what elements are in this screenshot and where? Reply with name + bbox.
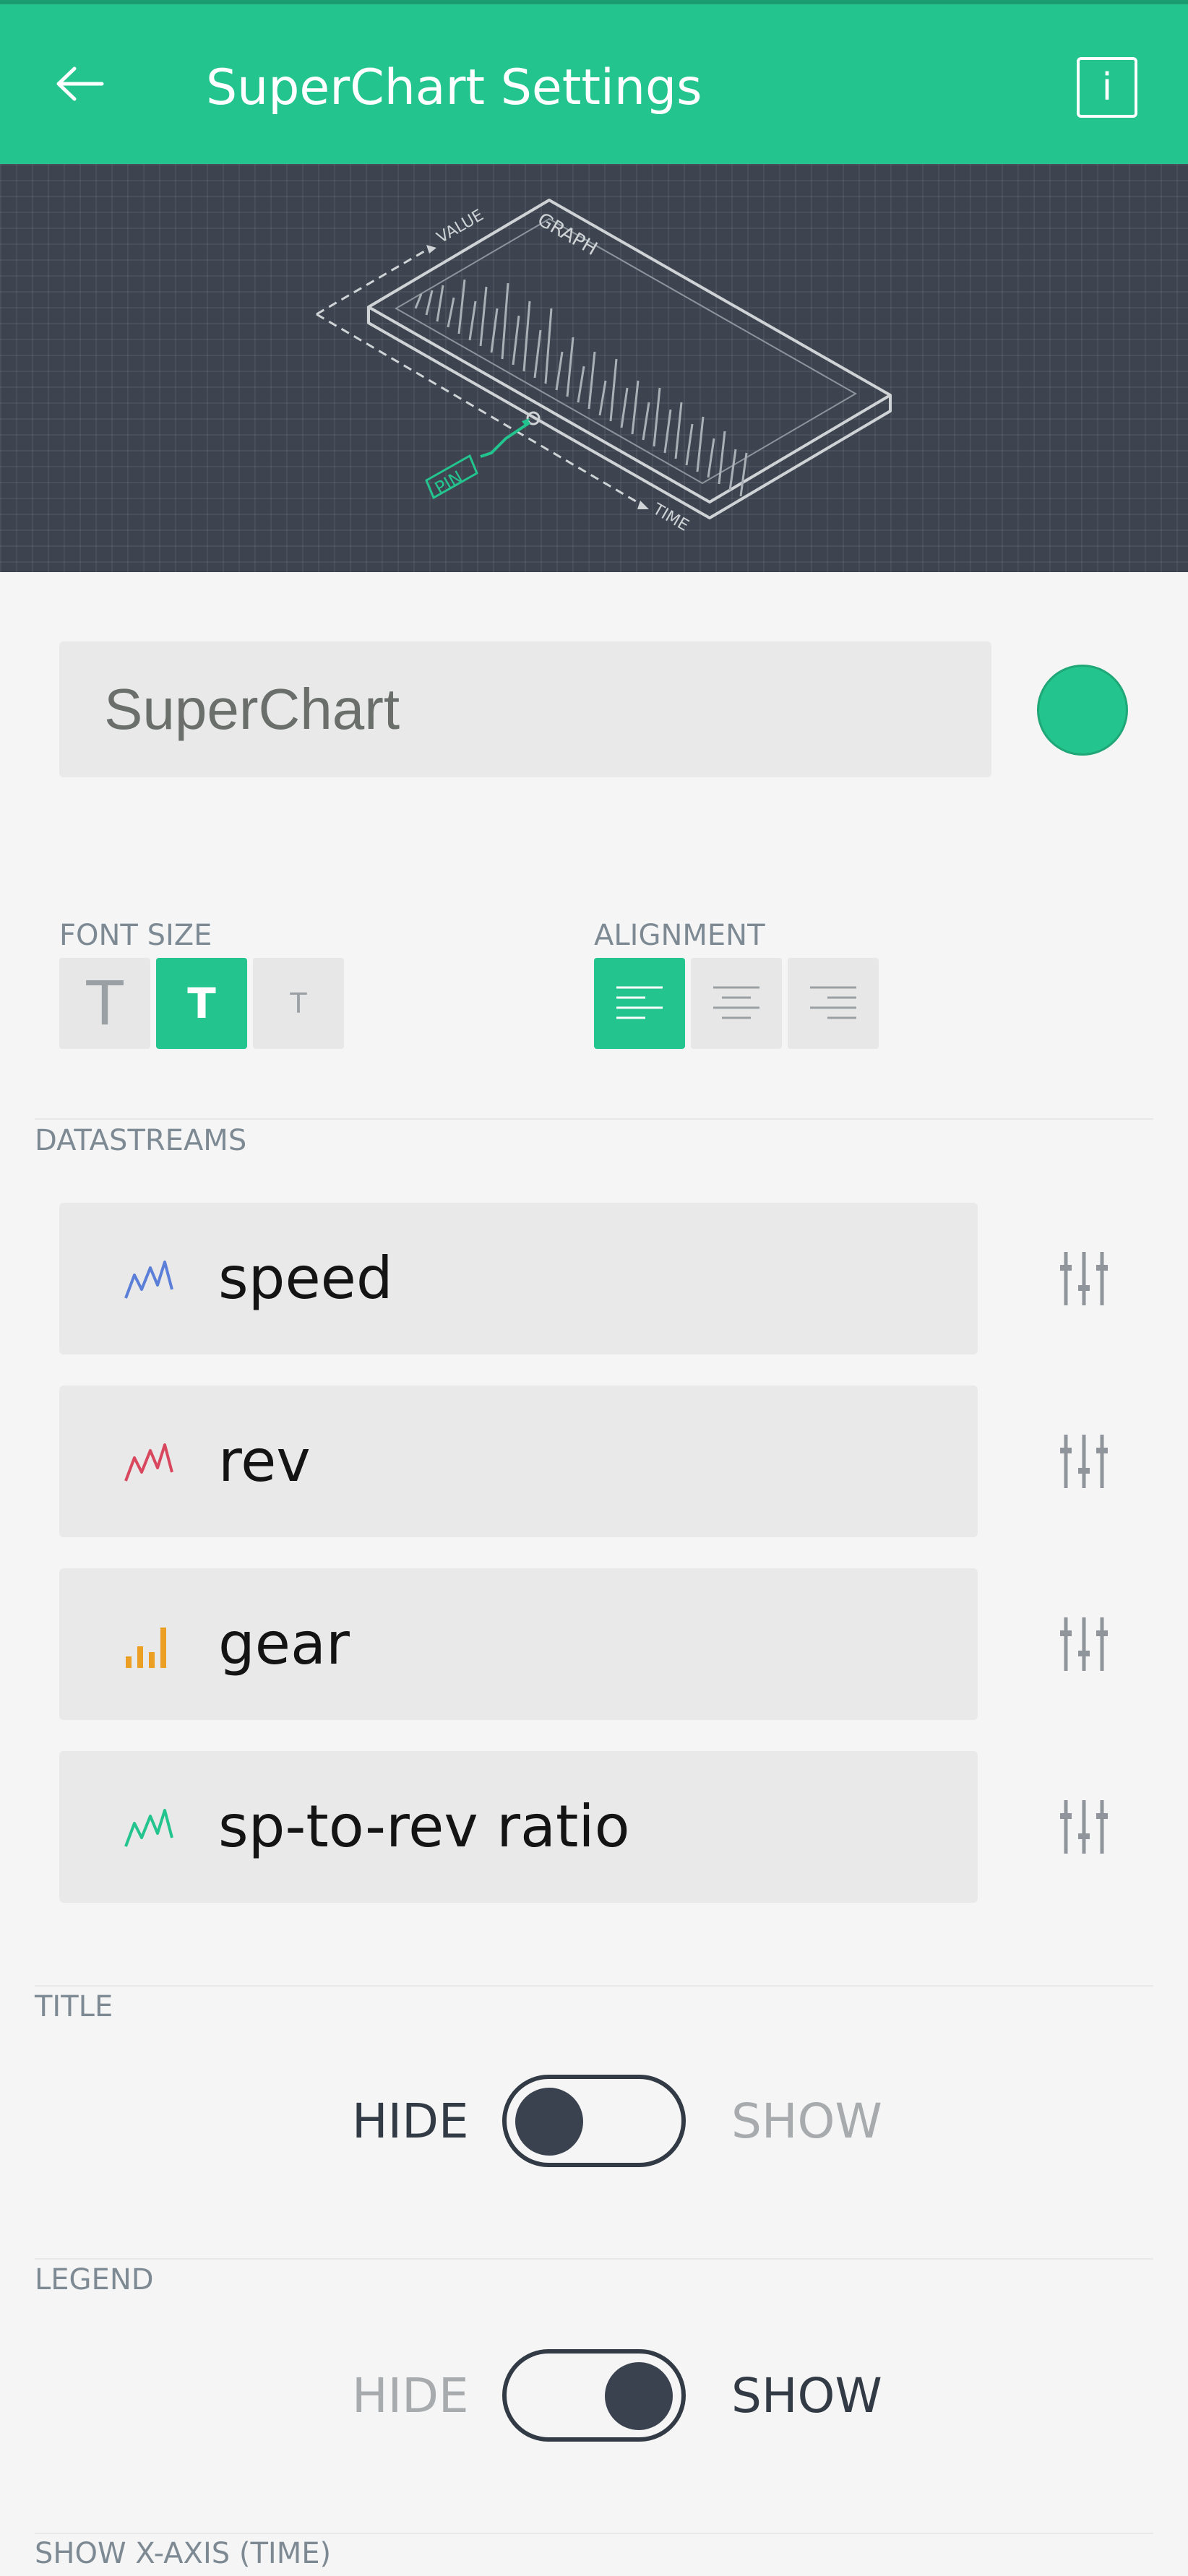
divider (35, 2258, 1153, 2260)
align-center-button[interactable] (691, 958, 782, 1049)
line-chart-icon (124, 1261, 173, 1299)
back-button[interactable] (43, 48, 116, 120)
arrow-left-icon (56, 66, 104, 101)
datastream-settings-button-gear[interactable] (1051, 1612, 1116, 1677)
bar-chart-icon (126, 1628, 166, 1668)
datastream-row-gear[interactable]: gear (59, 1568, 978, 1720)
align-center-icon (713, 986, 759, 1019)
datastream-name: gear (218, 1610, 350, 1677)
font-size-large-button[interactable]: T (59, 958, 150, 1049)
divider (35, 2533, 1153, 2534)
graph-illustration-icon: PIN VALUE GRAPH TIME (316, 199, 892, 535)
datastream-settings-button-sp-to-rev-ratio[interactable] (1051, 1794, 1116, 1859)
font-size-medium-button[interactable]: T (156, 958, 247, 1049)
datastream-row-speed[interactable]: speed (59, 1203, 978, 1354)
app-bar: SuperChart Settings i (0, 0, 1188, 164)
title-section-label: TITLE (35, 1990, 113, 2023)
datastream-row-rev[interactable]: rev (59, 1386, 978, 1537)
toggle-knob (605, 2362, 673, 2430)
xaxis-section-label: SHOW X-AXIS (TIME) (35, 2537, 332, 2570)
divider (35, 1985, 1153, 1987)
sliders-icon (1060, 1252, 1108, 1305)
datastream-settings-button-rev[interactable] (1051, 1429, 1116, 1494)
toggle-knob (515, 2088, 583, 2156)
font-size-small-button[interactable]: T (253, 958, 344, 1049)
legend-toggle-switch[interactable] (502, 2349, 686, 2442)
sliders-icon (1060, 1617, 1108, 1671)
font-size-label: FONT SIZE (59, 919, 212, 952)
datastream-name: rev (218, 1427, 311, 1495)
title-show-label[interactable]: SHOW (731, 2075, 882, 2169)
info-button[interactable]: i (1077, 57, 1137, 118)
align-right-button[interactable] (788, 958, 879, 1049)
datastream-row-sp-to-rev-ratio[interactable]: sp-to-rev ratio (59, 1751, 978, 1903)
legend-toggle-row: HIDE SHOW (0, 2349, 1188, 2443)
alignment-label: ALIGNMENT (594, 919, 765, 952)
title-hide-label[interactable]: HIDE (352, 2075, 469, 2169)
legend-hide-label[interactable]: HIDE (352, 2349, 469, 2443)
alignment-selector (594, 958, 879, 1049)
widget-illustration: PIN VALUE GRAPH TIME (0, 164, 1188, 572)
widget-name-input[interactable] (59, 641, 991, 777)
sliders-icon (1060, 1800, 1108, 1854)
pin-label: PIN (431, 467, 466, 498)
divider (35, 1118, 1153, 1120)
page-title: SuperChart Settings (206, 59, 702, 116)
graph-label: GRAPH (534, 209, 601, 260)
datastream-settings-button-speed[interactable] (1051, 1246, 1116, 1311)
align-left-icon (616, 986, 663, 1019)
datastream-name: speed (218, 1245, 393, 1312)
datastreams-label: DATASTREAMS (35, 1124, 247, 1157)
align-right-icon (810, 986, 856, 1019)
align-left-button[interactable] (594, 958, 685, 1049)
legend-section-label: LEGEND (35, 2263, 154, 2296)
line-chart-icon (124, 1443, 173, 1482)
sliders-icon (1060, 1435, 1108, 1488)
line-chart-icon (124, 1809, 173, 1847)
color-picker-button[interactable] (1037, 665, 1128, 756)
legend-show-label[interactable]: SHOW (731, 2349, 882, 2443)
info-icon: i (1101, 66, 1113, 109)
font-size-selector: T T T (59, 958, 344, 1049)
title-toggle-row: HIDE SHOW (0, 2075, 1188, 2169)
title-toggle-switch[interactable] (502, 2075, 686, 2167)
datastream-name: sp-to-rev ratio (218, 1793, 630, 1860)
